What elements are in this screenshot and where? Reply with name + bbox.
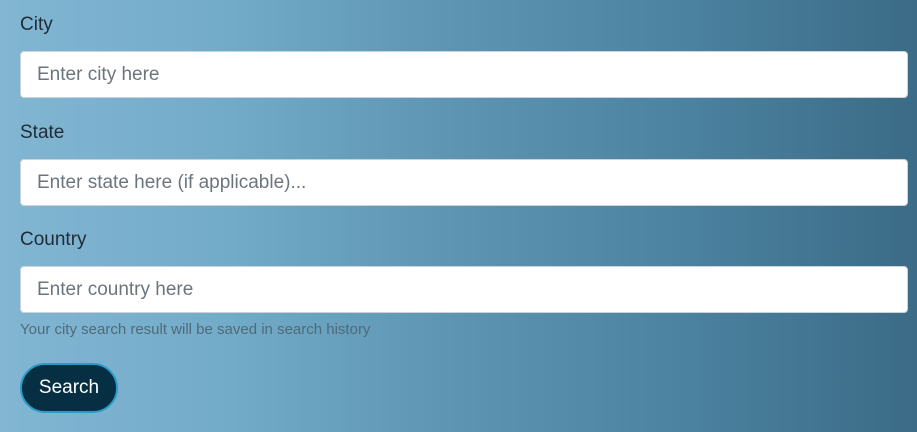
search-history-help-text: Your city search result will be saved in… [20, 321, 371, 338]
country-input[interactable] [20, 266, 908, 313]
state-input[interactable] [20, 159, 908, 206]
location-search-form: City State Country Your city search resu… [0, 0, 917, 432]
city-input[interactable] [20, 51, 908, 98]
state-label: State [20, 122, 65, 143]
search-button[interactable]: Search [20, 363, 118, 413]
city-label: City [20, 14, 53, 35]
country-label: Country [20, 229, 87, 250]
